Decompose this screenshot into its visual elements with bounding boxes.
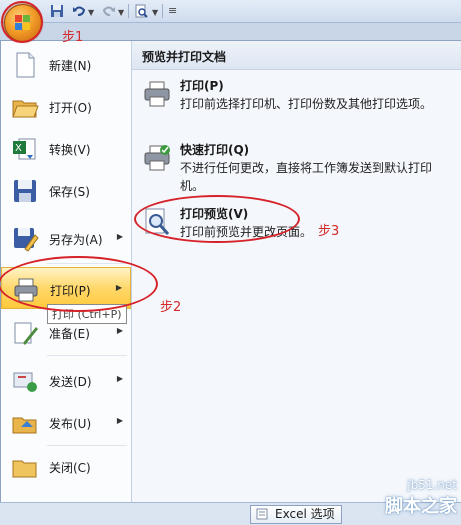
undo-icon[interactable] xyxy=(72,4,86,18)
customize-icon[interactable]: ≡ xyxy=(168,4,177,17)
convert-icon: X xyxy=(13,138,36,160)
submenu-header: 预览并打印文档 xyxy=(132,41,461,70)
menu-item-new[interactable]: 新建(N) xyxy=(1,43,131,85)
menu-item-convert[interactable]: X 转换(V) xyxy=(1,127,131,169)
menu-item-open[interactable]: 打开(O) xyxy=(1,85,131,127)
step1-label: 步1 xyxy=(62,30,84,45)
menu-item-label: 打开(O) xyxy=(49,101,92,115)
excel-options-button[interactable]: Excel 选项 xyxy=(250,505,342,524)
menu-item-label: 准备(E) xyxy=(49,327,90,341)
watermark-url: jb51.net xyxy=(407,478,457,492)
submenu-arrow-icon: ▶ xyxy=(116,326,123,335)
submenu-option-print[interactable]: 打印(P) 打印前选择打印机、打印份数及其他打印选项。 xyxy=(132,77,461,131)
menu-item-send[interactable]: 发送(D) ▶ xyxy=(1,359,131,401)
open-folder-icon xyxy=(12,100,39,118)
redo-dropdown-icon[interactable]: ▼ xyxy=(118,8,124,17)
menu-divider xyxy=(47,355,127,356)
close-folder-icon xyxy=(12,460,37,478)
submenu-arrow-icon: ▶ xyxy=(116,232,123,241)
watermark-name: 脚本之家 xyxy=(385,496,457,517)
save-as-icon xyxy=(14,228,39,252)
watermark: jb51.net 脚本之家 xyxy=(385,478,457,518)
svg-text:X: X xyxy=(15,143,22,154)
print-submenu: 预览并打印文档 打印(P) 打印前选择打印机、打印份数及其他打印选项。 快速打印… xyxy=(132,41,461,503)
step2-circle xyxy=(0,256,158,312)
menu-item-label: 关闭(C) xyxy=(49,461,91,475)
menu-item-label: 发布(U) xyxy=(49,417,92,431)
step3-circle xyxy=(134,195,300,243)
toolbar-separator xyxy=(162,4,163,18)
print-preview-icon[interactable] xyxy=(134,4,148,18)
save-icon xyxy=(14,180,36,202)
submenu-arrow-icon: ▶ xyxy=(116,416,123,425)
quick-print-icon xyxy=(144,145,170,171)
undo-dropdown-icon[interactable]: ▼ xyxy=(88,8,94,17)
menu-item-label: 转换(V) xyxy=(49,143,91,157)
menu-item-label: 发送(D) xyxy=(49,375,92,389)
excel-options-label: Excel 选项 xyxy=(275,507,335,521)
save-icon[interactable] xyxy=(50,4,64,18)
option-title: 打印(P) xyxy=(180,79,224,93)
submenu-option-quick-print[interactable]: 快速打印(Q) 不进行任何更改，直接将工作簿发送到默认打印机。 xyxy=(132,141,461,195)
toolbar-separator xyxy=(128,4,129,18)
redo-icon[interactable] xyxy=(102,4,116,18)
publish-icon xyxy=(12,417,37,434)
menu-item-label: 另存为(A) xyxy=(49,233,103,247)
submenu-title: 预览并打印文档 xyxy=(142,50,227,64)
qat-dropdown-icon[interactable]: ▼ xyxy=(152,8,158,17)
option-description: 打印前选择打印机、打印份数及其他打印选项。 xyxy=(180,97,433,111)
menu-item-label: 新建(N) xyxy=(49,59,92,73)
printer-icon xyxy=(144,81,170,107)
step2-label: 步2 xyxy=(160,300,182,315)
option-description: 不进行任何更改，直接将工作簿发送到默认打印机。 xyxy=(180,161,433,193)
send-icon xyxy=(13,372,37,392)
menu-item-save[interactable]: 保存(S) xyxy=(1,169,131,211)
submenu-arrow-icon: ▶ xyxy=(116,374,123,383)
step3-label: 步3 xyxy=(318,224,340,239)
menu-item-save-as[interactable]: 另存为(A) ▶ xyxy=(1,217,131,259)
step1-circle xyxy=(1,1,43,43)
prepare-icon xyxy=(14,322,38,345)
options-document-icon xyxy=(256,508,268,520)
new-document-icon xyxy=(16,52,35,78)
menu-item-publish[interactable]: 发布(U) ▶ xyxy=(1,401,131,443)
option-title: 快速打印(Q) xyxy=(180,143,250,157)
menu-item-close[interactable]: 关闭(C) xyxy=(1,445,131,487)
menu-item-label: 保存(S) xyxy=(49,185,90,199)
quick-access-toolbar: ▼ ▼ ▼ ≡ xyxy=(0,0,461,23)
